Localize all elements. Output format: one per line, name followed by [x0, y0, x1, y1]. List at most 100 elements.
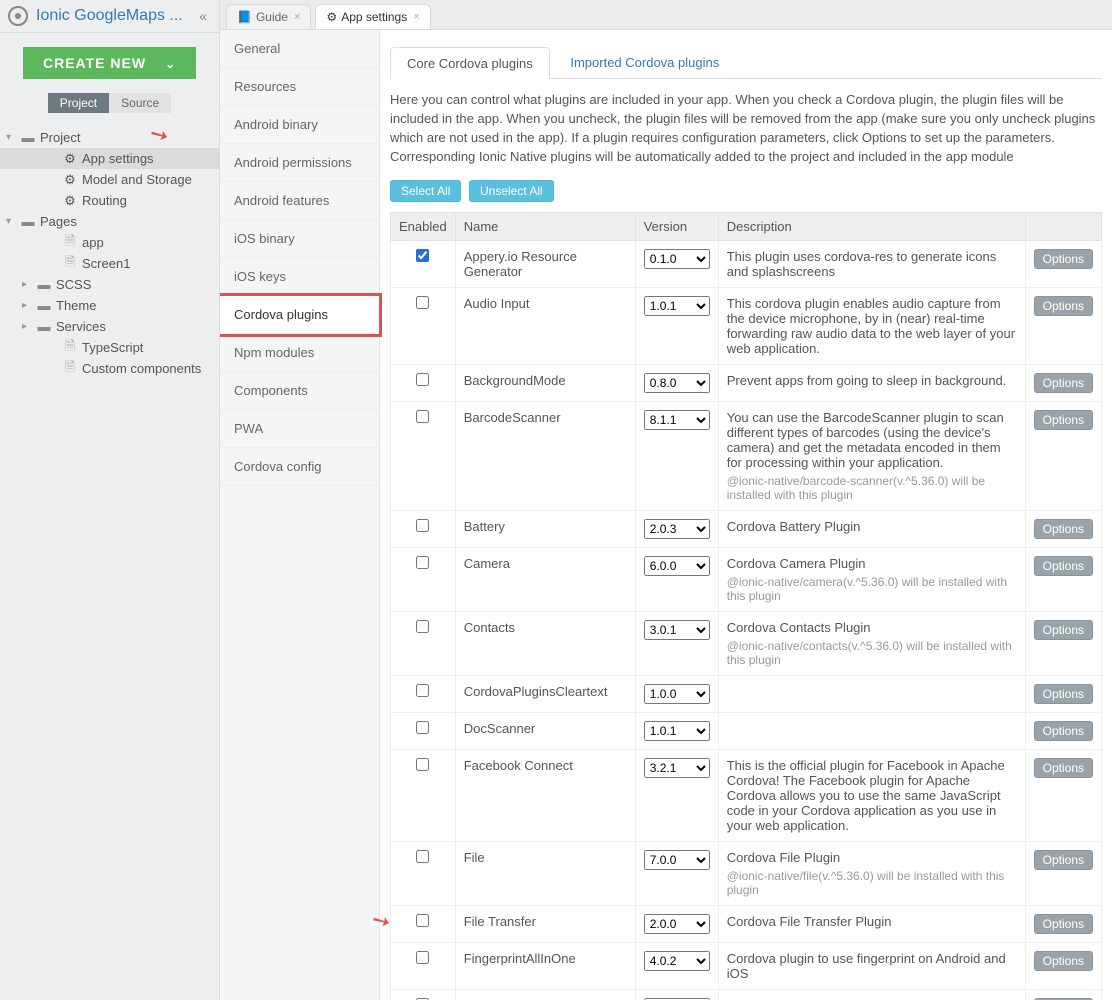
options-button[interactable]: Options	[1034, 684, 1093, 704]
options-button[interactable]: Options	[1034, 914, 1093, 934]
enable-checkbox[interactable]	[416, 373, 429, 386]
plugin-row: CordovaPluginsCleartext1.0.0Options	[391, 676, 1102, 713]
settings-nav-ios-keys[interactable]: iOS keys	[220, 258, 379, 296]
enable-checkbox[interactable]	[416, 850, 429, 863]
tree-label: app	[82, 235, 104, 250]
version-select[interactable]: 6.0.0	[644, 556, 710, 576]
folder-icon: ▬	[36, 278, 52, 292]
settings-nav-pwa[interactable]: PWA	[220, 410, 379, 448]
tree-label: Project	[40, 130, 80, 145]
tree-item-custom-components[interactable]: 🗎Custom components	[0, 358, 219, 379]
tree-item-scss[interactable]: ▸▬SCSS	[0, 274, 219, 295]
options-button[interactable]: Options	[1034, 556, 1093, 576]
settings-nav-general[interactable]: General	[220, 30, 379, 68]
plugins-table: Enabled Name Version Description Appery.…	[390, 212, 1102, 1000]
settings-nav-resources[interactable]: Resources	[220, 68, 379, 106]
view-project-tab[interactable]: Project	[48, 93, 109, 113]
version-select[interactable]: 7.0.0	[644, 850, 710, 870]
enable-checkbox[interactable]	[416, 249, 429, 262]
tab-app-settings[interactable]: ⚙App settings×	[315, 4, 430, 29]
tree-item-services[interactable]: ▸▬Services	[0, 316, 219, 337]
version-select[interactable]: 1.0.1	[644, 296, 710, 316]
tree-item-app-settings[interactable]: ⚙App settings	[0, 148, 219, 169]
options-button[interactable]: Options	[1034, 296, 1093, 316]
enable-checkbox[interactable]	[416, 556, 429, 569]
plugin-description: Cordova plugin to use fingerprint on And…	[718, 943, 1025, 990]
settings-nav-npm-modules[interactable]: Npm modules	[220, 334, 379, 372]
settings-nav-cordova-config[interactable]: Cordova config	[220, 448, 379, 486]
options-button[interactable]: Options	[1034, 373, 1093, 393]
editor-tabs: 📘Guide×⚙App settings×	[220, 0, 1112, 30]
version-select[interactable]: 8.1.1	[644, 410, 710, 430]
version-select[interactable]: 3.2.1	[644, 758, 710, 778]
plugin-description: Cordova Battery Plugin	[718, 511, 1025, 548]
tab-imported-plugins[interactable]: Imported Cordova plugins	[553, 46, 736, 78]
options-button[interactable]: Options	[1034, 721, 1093, 741]
tree-item-project[interactable]: ▾▬Project	[0, 127, 219, 148]
tree-item-theme[interactable]: ▸▬Theme	[0, 295, 219, 316]
enable-checkbox[interactable]	[416, 684, 429, 697]
close-icon[interactable]: ×	[294, 11, 300, 23]
version-select[interactable]: 0.1.0	[644, 249, 710, 269]
options-button[interactable]: Options	[1034, 620, 1093, 640]
options-button[interactable]: Options	[1034, 850, 1093, 870]
unselect-all-button[interactable]: Unselect All	[469, 180, 554, 202]
plugin-row: DocScanner1.0.1Options	[391, 713, 1102, 750]
options-button[interactable]: Options	[1034, 758, 1093, 778]
options-button[interactable]: Options	[1034, 951, 1093, 971]
tree-item-screen1[interactable]: 🗎Screen1	[0, 253, 219, 274]
enable-checkbox[interactable]	[416, 519, 429, 532]
plugin-note: @ionic-native/file(v.^5.36.0) will be in…	[727, 869, 1017, 897]
version-select[interactable]: 2.0.0	[644, 914, 710, 934]
enable-checkbox[interactable]	[416, 410, 429, 423]
version-select[interactable]: 4.0.2	[644, 951, 710, 971]
plugin-row: Appery.io Resource Generator0.1.0This pl…	[391, 241, 1102, 288]
tree-label: Theme	[56, 298, 96, 313]
options-button[interactable]: Options	[1034, 249, 1093, 269]
create-new-button[interactable]: CREATE NEW ⌄	[23, 47, 196, 79]
settings-nav-android-features[interactable]: Android features	[220, 182, 379, 220]
enable-checkbox[interactable]	[416, 914, 429, 927]
version-select[interactable]: 2.0.3	[644, 519, 710, 539]
tree-label: App settings	[82, 151, 154, 166]
tab-guide[interactable]: 📘Guide×	[226, 4, 311, 29]
plugin-row: FingerprintAllInOne4.0.2Cordova plugin t…	[391, 943, 1102, 990]
app-logo-icon	[8, 6, 28, 26]
options-button[interactable]: Options	[1034, 410, 1093, 430]
tab-label: Guide	[256, 10, 288, 24]
close-icon[interactable]: ×	[413, 11, 419, 23]
settings-nav-ios-binary[interactable]: iOS binary	[220, 220, 379, 258]
chevron-down-icon: ⌄	[165, 57, 176, 71]
plugin-note: @ionic-native/contacts(v.^5.36.0) will b…	[727, 639, 1017, 667]
settings-nav-android-permissions[interactable]: Android permissions	[220, 144, 379, 182]
settings-nav-components[interactable]: Components	[220, 372, 379, 410]
project-title: Ionic GoogleMaps ...	[36, 7, 195, 25]
version-select[interactable]: 1.0.0	[644, 684, 710, 704]
caret-icon: ▸	[22, 279, 36, 290]
tree-item-pages[interactable]: ▾▬Pages	[0, 211, 219, 232]
collapse-sidebar-icon[interactable]: «	[195, 4, 211, 28]
enable-checkbox[interactable]	[416, 951, 429, 964]
enable-checkbox[interactable]	[416, 620, 429, 633]
plugin-name: Battery	[455, 511, 635, 548]
tab-core-plugins[interactable]: Core Cordova plugins	[390, 47, 550, 79]
version-select[interactable]: 3.0.1	[644, 620, 710, 640]
view-source-tab[interactable]: Source	[109, 93, 171, 113]
settings-nav-android-binary[interactable]: Android binary	[220, 106, 379, 144]
select-all-button[interactable]: Select All	[390, 180, 461, 202]
project-sidebar: Ionic GoogleMaps ... « CREATE NEW ⌄ Proj…	[0, 0, 220, 1000]
tree-item-routing[interactable]: ⚙Routing	[0, 190, 219, 211]
tree-item-typescript[interactable]: 🗎TypeScript	[0, 337, 219, 358]
caret-icon: ▸	[22, 300, 36, 311]
tree-item-model-and-storage[interactable]: ⚙Model and Storage	[0, 169, 219, 190]
version-select[interactable]: 1.0.1	[644, 721, 710, 741]
intro-line: Here you can control what plugins are in…	[390, 91, 1102, 148]
enable-checkbox[interactable]	[416, 721, 429, 734]
tree-item-app[interactable]: 🗎app	[0, 232, 219, 253]
plugin-description: Cordova File Plugin@ionic-native/file(v.…	[718, 842, 1025, 906]
options-button[interactable]: Options	[1034, 519, 1093, 539]
version-select[interactable]: 0.8.0	[644, 373, 710, 393]
enable-checkbox[interactable]	[416, 758, 429, 771]
settings-nav-cordova-plugins[interactable]: Cordova plugins	[220, 296, 379, 334]
enable-checkbox[interactable]	[416, 296, 429, 309]
